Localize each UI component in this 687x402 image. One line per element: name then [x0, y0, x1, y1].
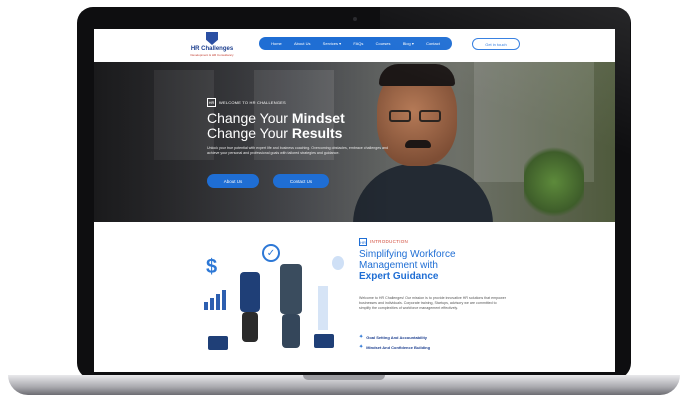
hero-title-line1-bold: Mindset — [291, 110, 345, 126]
hero-kicker-text: WELCOME TO HR CHALLENGES — [219, 100, 286, 105]
nav-item-about[interactable]: About Us — [294, 41, 310, 46]
hero-title-line2-bold: Results — [291, 125, 343, 141]
site-logo[interactable]: HR Challenges Development & HR Consultan… — [190, 32, 234, 60]
nav-item-services[interactable]: Services ▾ — [323, 41, 341, 46]
section-paragraph: Welcome to HR Challenges! Our mission is… — [359, 296, 506, 310]
growth-arrow-icon — [318, 286, 328, 330]
introduction-section: $ ✓ HR INTRODUCTION Simplifying Workforc… — [94, 222, 615, 372]
logo-name: HR Challenges — [190, 46, 234, 52]
star-icon: ✦ — [359, 344, 364, 350]
section-title-line2: Management with — [359, 260, 438, 271]
section-label: INTRODUCTION — [370, 239, 409, 244]
hero-description: Unlock your true potential with expert l… — [207, 146, 388, 155]
website-screen: HR Challenges Development & HR Consultan… — [94, 29, 615, 372]
briefcase-icon — [314, 334, 334, 348]
businesswoman-figure — [240, 272, 260, 312]
nav-item-contact[interactable]: Contact — [426, 41, 440, 46]
list-item-text: Goal Setting And Accountability — [366, 334, 428, 340]
hero-overlay — [94, 62, 394, 222]
main-menu: Home About Us Services ▾ FAQs Courses Bl… — [259, 37, 452, 50]
checkmark-icon: ✓ — [262, 244, 280, 262]
glasses-icon — [419, 110, 441, 122]
hero-kicker: HR WELCOME TO HR CHALLENGES — [207, 98, 286, 107]
businessman-legs — [282, 314, 300, 348]
lightbulb-icon — [332, 256, 344, 270]
businesswoman-legs — [242, 312, 258, 342]
list-item: ✦ Mindset And Confidence Building — [359, 344, 430, 350]
nav-item-courses[interactable]: Courses — [376, 41, 391, 46]
section-title-bold: Expert Guidance — [359, 271, 439, 282]
nav-item-faqs[interactable]: FAQs — [353, 41, 363, 46]
site-header: HR Challenges Development & HR Consultan… — [94, 29, 615, 62]
hr-badge-icon: HR — [207, 98, 216, 107]
nav-item-blog[interactable]: Blog ▾ — [403, 41, 414, 46]
section-title: Simplifying Workforce Management with Ex… — [359, 249, 509, 282]
businessman-figure — [280, 264, 302, 314]
list-item: ✦ Goal Setting And Accountability — [359, 334, 427, 340]
nav-item-home[interactable]: Home — [271, 41, 282, 46]
about-us-button[interactable]: About Us — [207, 174, 259, 188]
dollar-icon: $ — [206, 256, 218, 278]
background-plant — [524, 142, 584, 222]
portrait-moustache — [405, 140, 431, 148]
get-in-touch-button[interactable]: Get in touch — [472, 38, 520, 50]
section-title-line1: Simplifying Workforce — [359, 249, 456, 260]
camera-icon — [353, 17, 357, 21]
star-icon: ✦ — [359, 334, 364, 340]
list-item-text: Mindset And Confidence Building — [366, 344, 431, 350]
contact-us-button[interactable]: Contact Us — [273, 174, 329, 188]
hr-badge-icon: HR — [359, 238, 367, 246]
logo-tagline: Development & HR Consultancy — [190, 53, 234, 57]
briefcase-icon — [208, 336, 228, 350]
hero-title-line2-prefix: Change Your — [207, 125, 292, 141]
shield-icon — [206, 32, 218, 45]
handshake-illustration: $ ✓ — [202, 242, 352, 367]
laptop-notch — [303, 375, 385, 380]
bar-chart-icon — [204, 290, 226, 310]
laptop-mockup: HR Challenges Development & HR Consultan… — [0, 0, 687, 402]
hero-section: HR WELCOME TO HR CHALLENGES Change Your … — [94, 62, 615, 234]
hero-title: Change Your Mindset Change Your Results — [207, 111, 397, 141]
hero-title-line1-prefix: Change Your — [207, 110, 292, 126]
